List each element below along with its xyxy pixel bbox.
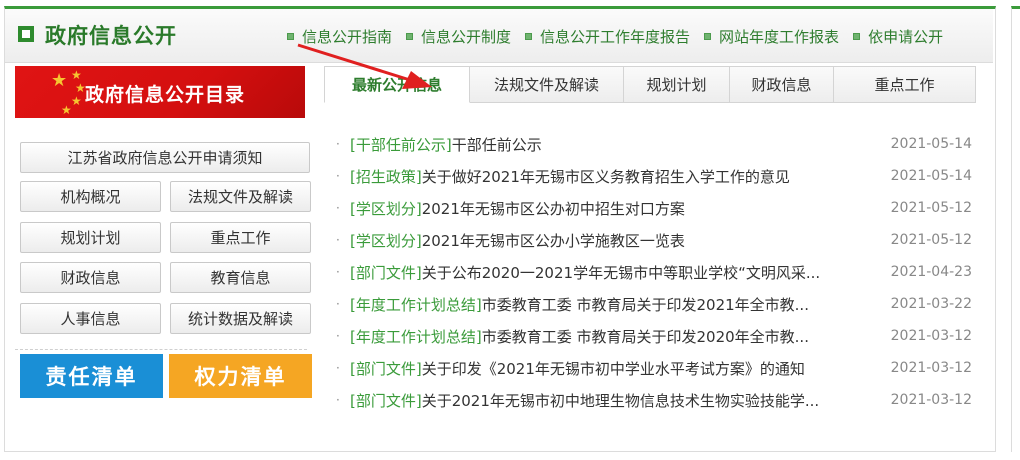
list-item[interactable]: · [学区划分] 2021年无锡市区公办小学施教区一览表 2021-05-12 [336, 228, 976, 252]
list-item[interactable]: · [部门文件] 关于公布2020一2021学年无锡市中等职业学校“文明风采..… [336, 260, 976, 284]
list-item-category[interactable]: [部门文件] [350, 358, 422, 379]
list-item-date: 2021-04-23 [890, 264, 972, 280]
list-item-title[interactable]: 关于印发《2021年无锡市初中学业水平考试方案》的通知 [422, 358, 805, 379]
list-item-date: 2021-03-22 [890, 296, 972, 312]
bullet-icon: · [336, 137, 340, 151]
top-nav-label: 信息公开指南 [302, 27, 393, 46]
top-nav-website-report[interactable]: 网站年度工作报表 [704, 26, 839, 47]
tab-planning[interactable]: 规划计划 [624, 66, 730, 103]
square-bullet-icon [853, 32, 861, 40]
statistics-button[interactable]: 统计数据及解读 [170, 303, 311, 334]
bullet-icon: · [336, 233, 340, 247]
tab-regulations[interactable]: 法规文件及解读 [470, 66, 624, 103]
bullet-icon: · [336, 169, 340, 183]
bullet-icon: · [336, 265, 340, 279]
list-item-category[interactable]: [年度工作计划总结] [350, 326, 482, 347]
list-item-title[interactable]: 关于2021年无锡市初中地理生物信息技术生物实验技能学... [422, 390, 819, 411]
top-nav-guide[interactable]: 信息公开指南 [287, 26, 392, 47]
top-nav-annual-report[interactable]: 信息公开工作年度报告 [525, 26, 690, 47]
list-item-date: 2021-05-14 [890, 168, 972, 184]
list-item-date: 2021-05-12 [890, 200, 972, 216]
panel-title: 政府信息公开 [45, 24, 177, 48]
square-bullet-icon [287, 32, 294, 40]
top-nav-label: 信息公开工作年度报告 [540, 27, 691, 46]
education-info-button[interactable]: 教育信息 [170, 262, 311, 293]
bullet-icon: · [336, 297, 340, 311]
list-item[interactable]: · [招生政策] 关于做好2021年无锡市区义务教育招生入学工作的意见 2021… [336, 164, 976, 188]
list-item[interactable]: · [部门文件] 关于2021年无锡市初中地理生物信息技术生物实验技能学... … [336, 388, 976, 412]
bullet-icon: · [336, 329, 340, 343]
list-item-date: 2021-03-12 [890, 392, 972, 408]
square-bullet-icon [406, 32, 414, 40]
list-item-title[interactable]: 2021年无锡市区公办初中招生对口方案 [422, 198, 685, 219]
list-item-date: 2021-05-12 [890, 232, 972, 248]
list-item[interactable]: · [干部任前公示] 干部任前公示 2021-05-14 [336, 132, 976, 156]
list-item-title[interactable]: 市委教育工委 市教育局关于印发2020年全市教... [482, 326, 809, 347]
star-icon: ★ [71, 94, 82, 108]
org-overview-button[interactable]: 机构概况 [20, 181, 161, 212]
bullet-icon: · [336, 393, 340, 407]
list-item-category[interactable]: [年度工作计划总结] [350, 294, 482, 315]
list-item-category[interactable]: [部门文件] [350, 390, 422, 411]
star-icon: ★ [51, 70, 68, 91]
list-item-title[interactable]: 2021年无锡市区公办小学施教区一览表 [422, 230, 685, 251]
directory-banner-label: 政府信息公开目录 [85, 84, 246, 106]
regulations-button[interactable]: 法规文件及解读 [170, 181, 311, 212]
star-icon: ★ [71, 68, 82, 82]
list-item-title[interactable]: 市委教育工委 市教育局关于印发2021年全市教... [482, 294, 809, 315]
personnel-button[interactable]: 人事信息 [20, 303, 161, 334]
star-icon: ★ [61, 103, 72, 117]
top-nav-label: 信息公开制度 [421, 27, 512, 46]
tab-latest[interactable]: 最新公开信息 [324, 66, 470, 103]
list-item-category[interactable]: [部门文件] [350, 262, 422, 283]
square-bullet-icon [525, 32, 533, 40]
key-work-button[interactable]: 重点工作 [170, 222, 311, 253]
list-item-title[interactable]: 关于公布2020一2021学年无锡市中等职业学校“文明风采... [422, 262, 820, 283]
top-nav-system[interactable]: 信息公开制度 [406, 26, 511, 47]
adjacent-panel-edge [1011, 6, 1020, 452]
list-item-category[interactable]: [学区划分] [350, 230, 422, 251]
square-bullet-icon [704, 32, 712, 40]
bullet-icon: · [336, 201, 340, 215]
responsibility-list-button[interactable]: 责任清单 [20, 354, 163, 398]
top-nav-label: 依申请公开 [868, 27, 944, 46]
list-item-category[interactable]: [学区划分] [350, 198, 422, 219]
list-item-date: 2021-03-12 [890, 328, 972, 344]
content-tabs: 最新公开信息 法规文件及解读 规划计划 财政信息 重点工作 [324, 66, 976, 104]
bullet-icon: · [336, 361, 340, 375]
list-item[interactable]: · [部门文件] 关于印发《2021年无锡市初中学业水平考试方案》的通知 202… [336, 356, 976, 380]
tab-finance[interactable]: 财政信息 [730, 66, 834, 103]
list-item-category[interactable]: [招生政策] [350, 166, 422, 187]
list-item[interactable]: · [年度工作计划总结] 市委教育工委 市教育局关于印发2020年全市教... … [336, 324, 976, 348]
list-item[interactable]: · [年度工作计划总结] 市委教育工委 市教育局关于印发2021年全市教... … [336, 292, 976, 316]
list-item[interactable]: · [学区划分] 2021年无锡市区公办初中招生对口方案 2021-05-12 [336, 196, 976, 220]
list-item-title[interactable]: 干部任前公示 [452, 134, 542, 155]
sidebar-divider [15, 349, 307, 350]
directory-banner[interactable]: ★ ★ ★ ★ ★ 政府信息公开目录 [15, 66, 305, 118]
top-nav-label: 网站年度工作报表 [719, 27, 840, 46]
list-item-category[interactable]: [干部任前公示] [350, 134, 452, 155]
list-item-date: 2021-05-14 [890, 136, 972, 152]
list-item-title[interactable]: 关于做好2021年无锡市区义务教育招生入学工作的意见 [422, 166, 790, 187]
planning-button[interactable]: 规划计划 [20, 222, 161, 253]
finance-button[interactable]: 财政信息 [20, 262, 161, 293]
apply-notice-button[interactable]: 江苏省政府信息公开申请须知 [20, 142, 310, 173]
square-icon [18, 26, 34, 42]
top-nav: 信息公开指南 信息公开制度 信息公开工作年度报告 网站年度工作报表 依申请公开 [287, 25, 957, 47]
power-list-button[interactable]: 权力清单 [169, 354, 312, 398]
tab-key-work[interactable]: 重点工作 [834, 66, 976, 103]
panel-header: 政府信息公开 信息公开指南 信息公开制度 信息公开工作年度报告 网站年度工作报表… [5, 9, 993, 63]
top-nav-apply[interactable]: 依申请公开 [853, 26, 943, 47]
list-item-date: 2021-03-12 [890, 360, 972, 376]
